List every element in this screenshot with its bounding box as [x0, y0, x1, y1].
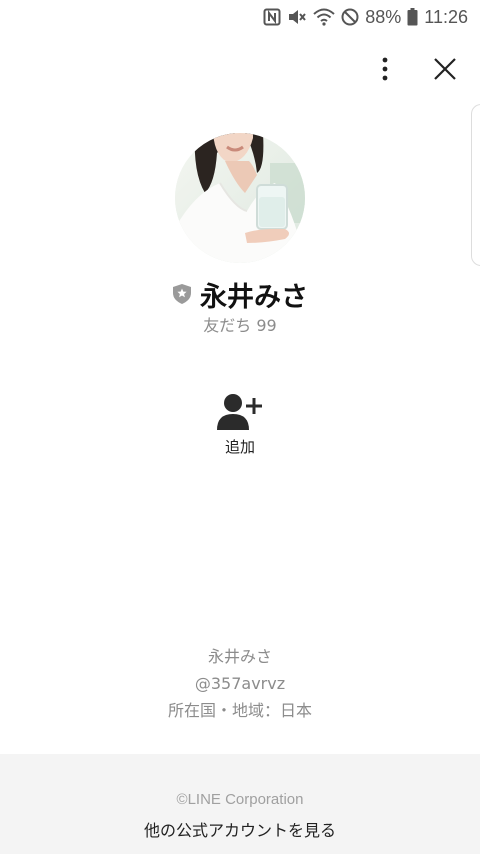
friends-count: 友だち 99	[203, 316, 277, 335]
mute-icon	[289, 10, 307, 24]
add-friend-button[interactable]: 追加	[190, 392, 290, 462]
info-line-id: @357avrvz	[194, 674, 286, 693]
more-vert-icon	[382, 57, 388, 81]
account-info: 永井みさ @357avrvz 所在国・地域：日本	[0, 643, 480, 724]
status-time: 11:26	[424, 6, 468, 27]
info-region: 所在国・地域：日本	[167, 701, 312, 720]
profile-avatar[interactable]	[175, 133, 305, 263]
official-accounts-link[interactable]: 他の公式アカウントを見る	[0, 817, 480, 841]
footer: ©LINE Corporation 他の公式アカウントを見る	[0, 754, 480, 854]
wifi-icon	[313, 8, 335, 26]
profile-name: 永井みさ	[200, 281, 308, 313]
shield-star-icon	[173, 284, 191, 304]
copyright-text: ©LINE Corporation	[176, 791, 304, 808]
close-button[interactable]	[428, 52, 462, 86]
nfc-icon	[263, 8, 281, 26]
add-friend-icon	[217, 394, 262, 430]
status-bar: 88% 11:26	[0, 0, 480, 34]
top-actions	[368, 52, 462, 86]
profile-name-row: 永井みさ	[0, 274, 480, 314]
add-friend-label: 追加	[224, 438, 255, 456]
close-icon	[434, 58, 456, 80]
battery-percent: 88%	[365, 6, 402, 27]
dnd-icon	[341, 8, 359, 26]
info-display-name: 永井みさ	[207, 647, 272, 666]
edge-panel-handle[interactable]	[471, 104, 480, 266]
battery-icon	[407, 8, 418, 26]
more-options-button[interactable]	[368, 52, 402, 86]
